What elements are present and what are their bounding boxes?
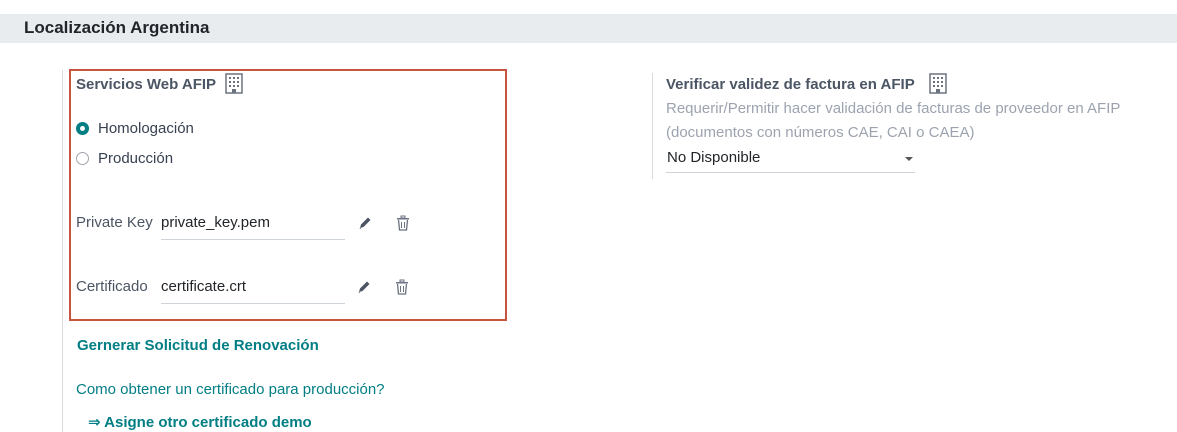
- verify-help-line-1: Requerir/Permitir hacer validación de fa…: [666, 100, 1121, 117]
- radio-homologacion-label: Homologación: [98, 120, 194, 137]
- building-icon: [929, 73, 947, 94]
- radio-produccion[interactable]: Producción: [76, 150, 173, 167]
- afip-ws-title: Servicios Web AFIP: [76, 76, 217, 93]
- section-title: Localización Argentina: [24, 18, 210, 37]
- private-key-label: Private Key: [76, 214, 153, 231]
- private-key-field[interactable]: private_key.pem: [161, 214, 345, 240]
- pencil-icon[interactable]: [356, 279, 372, 295]
- radio-unchecked-icon[interactable]: [76, 152, 89, 165]
- radio-checked-icon[interactable]: [76, 122, 89, 135]
- pencil-icon[interactable]: [357, 215, 373, 231]
- renewal-request-link[interactable]: Gernerar Solicitud de Renovación: [77, 337, 319, 354]
- verify-title: Verificar validez de factura en AFIP: [666, 76, 915, 93]
- verify-select-value: No Disponible: [667, 149, 761, 166]
- trash-icon[interactable]: [395, 215, 411, 231]
- verify-select[interactable]: No Disponible: [666, 147, 915, 173]
- chevron-down-icon: [905, 157, 913, 161]
- left-column-divider: [62, 70, 63, 432]
- right-column-divider: [652, 73, 653, 179]
- certificate-field[interactable]: certificate.crt: [161, 278, 345, 304]
- production-certificate-help-link[interactable]: Como obtener un certificado para producc…: [76, 381, 385, 398]
- radio-homologacion[interactable]: Homologación: [76, 120, 194, 137]
- section-header: Localización Argentina: [0, 14, 1177, 43]
- trash-icon[interactable]: [394, 279, 410, 295]
- assign-demo-certificate-link[interactable]: ⇒ Asigne otro certificado demo: [88, 413, 312, 431]
- verify-help-line-2: (documentos con números CAE, CAI o CAEA): [666, 124, 975, 141]
- building-icon: [225, 73, 243, 94]
- radio-produccion-label: Producción: [98, 150, 174, 167]
- certificate-label: Certificado: [76, 278, 148, 295]
